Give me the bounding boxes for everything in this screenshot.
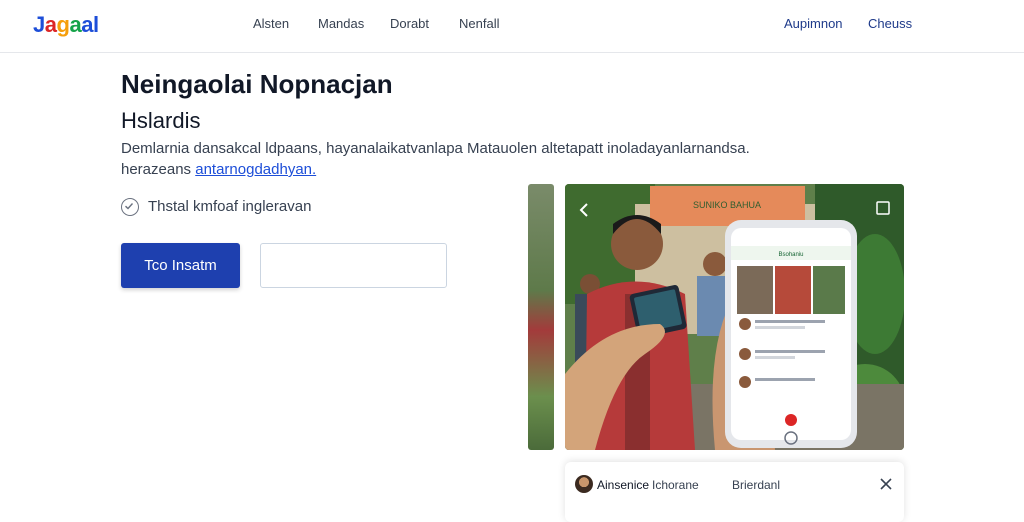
nav-link-alsten[interactable]: Alsten [253, 16, 289, 31]
logo-letter: g [56, 12, 70, 37]
nav-link-dorabt[interactable]: Dorabt [390, 16, 429, 31]
phone-header-text: Bsohaniu [778, 252, 803, 258]
description-text: Demlarnia dansakcal ldpaans, hayanalaika… [121, 140, 750, 157]
top-navigation-bar: Jagaal Alsten Mandas Dorabt Nenfall Aupi… [0, 0, 1024, 53]
hero-photo: SUNIKO BAHUA Bsohaniu [565, 184, 904, 450]
primary-action-button[interactable]: Tco Insatm [121, 243, 240, 288]
user-name: Ainsenice [597, 478, 650, 492]
feature-checkbox-label: Thstal kmfoaf ingleravan [148, 198, 312, 215]
user-info-panel: Ainsenice Ichorane Brierdanl [565, 462, 904, 522]
header-link-aupimnon[interactable]: Aupimnon [784, 16, 843, 31]
close-icon[interactable] [878, 476, 894, 492]
page-subtitle: Hslardis [121, 108, 201, 133]
header-link-cheuss[interactable]: Cheuss [868, 16, 912, 31]
user-status: Brierdanl [732, 478, 781, 492]
logo-letter: al [81, 12, 99, 37]
avatar[interactable] [575, 475, 593, 493]
expand-icon[interactable] [873, 198, 893, 218]
logo-letter: a [44, 12, 57, 37]
previous-photo-thumbnail[interactable] [528, 184, 554, 450]
brand-logo[interactable]: Jagaal [33, 12, 99, 38]
hero-description: Demlarnia dansakcal ldpaans, hayanalaika… [121, 138, 781, 180]
nav-link-nenfall[interactable]: Nenfall [459, 16, 499, 31]
description-prefix: herazeans [121, 161, 192, 178]
description-link[interactable]: antarnogdadhyan. [195, 161, 316, 178]
logo-letter: a [69, 12, 82, 37]
page-title: Neingaolai Nopnacjan [121, 69, 393, 99]
back-chevron-icon[interactable] [575, 198, 595, 222]
logo-letter: J [33, 12, 45, 37]
user-handle: Ichorane [652, 478, 699, 492]
nav-link-mandas[interactable]: Mandas [318, 16, 364, 31]
check-circle-icon[interactable] [121, 198, 139, 216]
hero-photo-illustration: SUNIKO BAHUA Bsohaniu [565, 184, 904, 450]
banner-sign-text: SUNIKO BAHUA [693, 200, 761, 210]
hero-text-input[interactable] [260, 243, 447, 288]
